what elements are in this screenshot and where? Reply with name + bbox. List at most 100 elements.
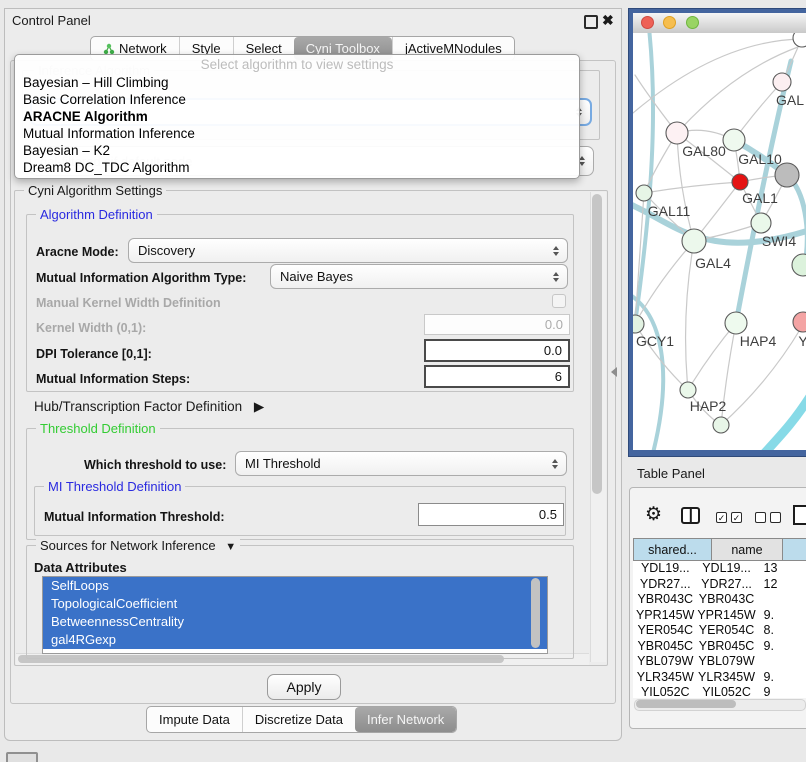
network-node-gal1[interactable] [732,174,748,190]
combo-spinner-icon [553,246,559,256]
cell-value: 13 [756,561,806,577]
algorithm-item-bayesian-k2[interactable]: Bayesian – K2 [15,142,579,159]
cell-name: YIL052C [698,685,756,698]
kernel-width-field[interactable]: 0.0 [424,314,570,335]
network-canvas[interactable]: GALGAL80GAL10GAL1GAL11SWI4GAL4GCY1HAP4YH… [633,33,806,450]
network-edge [787,175,806,265]
manual-kernel-checkbox[interactable] [552,294,566,308]
network-node-y[interactable] [793,312,806,332]
network-node-gal11[interactable] [636,185,652,201]
tab-impute-data[interactable]: Impute Data [147,707,242,732]
network-node[interactable] [793,33,806,47]
deselect-all-columns-icon[interactable] [755,512,781,523]
node-label-gcy1: GCY1 [636,333,674,349]
table-hscrollbar-thumb[interactable] [636,700,736,708]
close-traffic-light-icon[interactable] [641,16,654,29]
node-label-gal4: GAL4 [695,255,731,271]
dpi-tolerance-value: 0.0 [544,343,562,358]
attribute-item-betweennesscentrality[interactable]: BetweennessCentrality [43,613,547,631]
cell-value: 9. [756,608,806,624]
hub-section-toggle[interactable]: Hub/Transcription Factor Definition ▶ [34,399,264,415]
mi-threshold-field[interactable]: 0.5 [418,503,564,526]
table-row[interactable]: YDR27...YDR27...12 [633,577,806,593]
node-label-hap4: HAP4 [740,333,777,349]
network-node-gal10[interactable] [723,129,745,151]
apply-button[interactable]: Apply [267,674,341,700]
algorithm-list: Bayesian – Hill ClimbingBasic Correlatio… [15,74,579,176]
table-row[interactable]: YBR043CYBR043C [633,592,806,608]
network-node-hap2[interactable] [680,382,696,398]
table-row[interactable]: YDL19...YDL19...13 [633,561,806,577]
mi-steps-value: 6 [555,369,562,384]
mi-type-label: Mutual Information Algorithm Type: [36,271,246,285]
export-table-icon[interactable] [793,505,806,525]
node-label-gal80: GAL80 [682,143,726,159]
aracne-mode-combo[interactable]: Discovery [128,238,568,263]
network-node[interactable] [792,254,806,276]
network-node-swi4[interactable] [751,213,771,233]
cell-name: YDL19... [698,561,756,577]
checked-box-icon: ✓ [716,512,727,523]
network-node-gal[interactable] [773,73,791,91]
settings-vscrollbar-thumb[interactable] [592,194,602,494]
column-header-name[interactable]: name [712,538,783,561]
network-node-gal4[interactable] [682,229,706,253]
dpi-tolerance-field[interactable]: 0.0 [424,339,570,362]
network-node-gcy1[interactable] [633,315,644,333]
node-label-y: Y [798,333,806,349]
attribute-item-topologicalcoefficient[interactable]: TopologicalCoefficient [43,595,547,613]
columns-icon[interactable] [681,507,700,524]
attribute-item-selfloops[interactable]: SelfLoops [43,577,547,595]
gear-icon[interactable]: ⚙ [645,505,662,524]
dpi-tolerance-label: DPI Tolerance [0,1]: [36,347,152,361]
table-row[interactable]: YIL052CYIL052C9 [633,685,806,698]
network-node-hap4[interactable] [725,312,747,334]
tab-discretize-data[interactable]: Discretize Data [242,707,355,732]
application-root: Control Panel ✖ NetworkStyleSelectCyni T… [0,0,806,762]
mi-steps-field[interactable]: 6 [424,365,570,388]
splitpane-collapse-icon[interactable] [611,367,617,377]
checked-box-icon: ✓ [731,512,742,523]
attribute-item-gal4rgexp[interactable]: gal4RGexp [43,631,547,649]
table-panel-title: Table Panel [637,466,705,481]
table-row[interactable]: YER054CYER054C8. [633,623,806,639]
column-header-col2[interactable] [783,538,806,561]
tab-label: Impute Data [159,712,230,727]
combo-spinner-icon [552,459,558,469]
table-row[interactable]: YBL079WYBL079W [633,654,806,670]
sources-group-title[interactable]: Sources for Network Inference ▼ [36,538,240,553]
network-window-titlebar[interactable] [633,13,806,34]
algorithm-item-bayesian-hill-climbing[interactable]: Bayesian – Hill Climbing [15,74,579,91]
cell-name: YBL079W [698,654,756,670]
network-node-gal80[interactable] [666,122,688,144]
node-label-hap2: HAP2 [690,398,727,414]
cell-shared-name: YBL079W [633,654,698,670]
network-node[interactable] [713,417,729,433]
table-row[interactable]: YPR145WYPR145W9. [633,608,806,624]
unchecked-box-icon [755,512,766,523]
close-icon[interactable]: ✖ [602,13,614,27]
tab-infer-network[interactable]: Infer Network [355,707,456,732]
column-header-shared-[interactable]: shared... [633,538,712,561]
node-label-gal: GAL [776,92,804,108]
table-row[interactable]: YLR345WYLR345W9. [633,670,806,686]
minimize-traffic-light-icon[interactable] [663,16,676,29]
data-attributes-list: SelfLoopsTopologicalCoefficientBetweenne… [42,576,548,654]
node-label-gal11: GAL11 [648,203,691,219]
minimized-panel-button[interactable] [6,752,38,762]
mi-type-combo[interactable]: Naive Bayes [270,264,568,289]
algorithm-item-dream8-dc-tdc-algorithm[interactable]: Dream8 DC_TDC Algorithm [15,159,579,176]
algorithm-item-aracne-algorithm[interactable]: ARACNE Algorithm [15,108,579,125]
table-row[interactable]: YBR045CYBR045C9. [633,639,806,655]
algorithm-definition-title: Algorithm Definition [36,207,157,222]
apply-button-label: Apply [286,679,321,695]
cyni-settings-title: Cyni Algorithm Settings [24,183,166,198]
which-threshold-combo[interactable]: MI Threshold [235,451,567,476]
zoom-traffic-light-icon[interactable] [686,16,699,29]
float-window-icon[interactable] [584,15,598,29]
manual-kernel-label: Manual Kernel Width Definition [36,296,221,310]
algorithm-item-basic-correlation-inference[interactable]: Basic Correlation Inference [15,91,579,108]
algorithm-item-mutual-information-inference[interactable]: Mutual Information Inference [15,125,579,142]
attributes-vscrollbar-thumb[interactable] [531,578,540,648]
select-all-columns-icon[interactable]: ✓ ✓ [716,512,742,523]
